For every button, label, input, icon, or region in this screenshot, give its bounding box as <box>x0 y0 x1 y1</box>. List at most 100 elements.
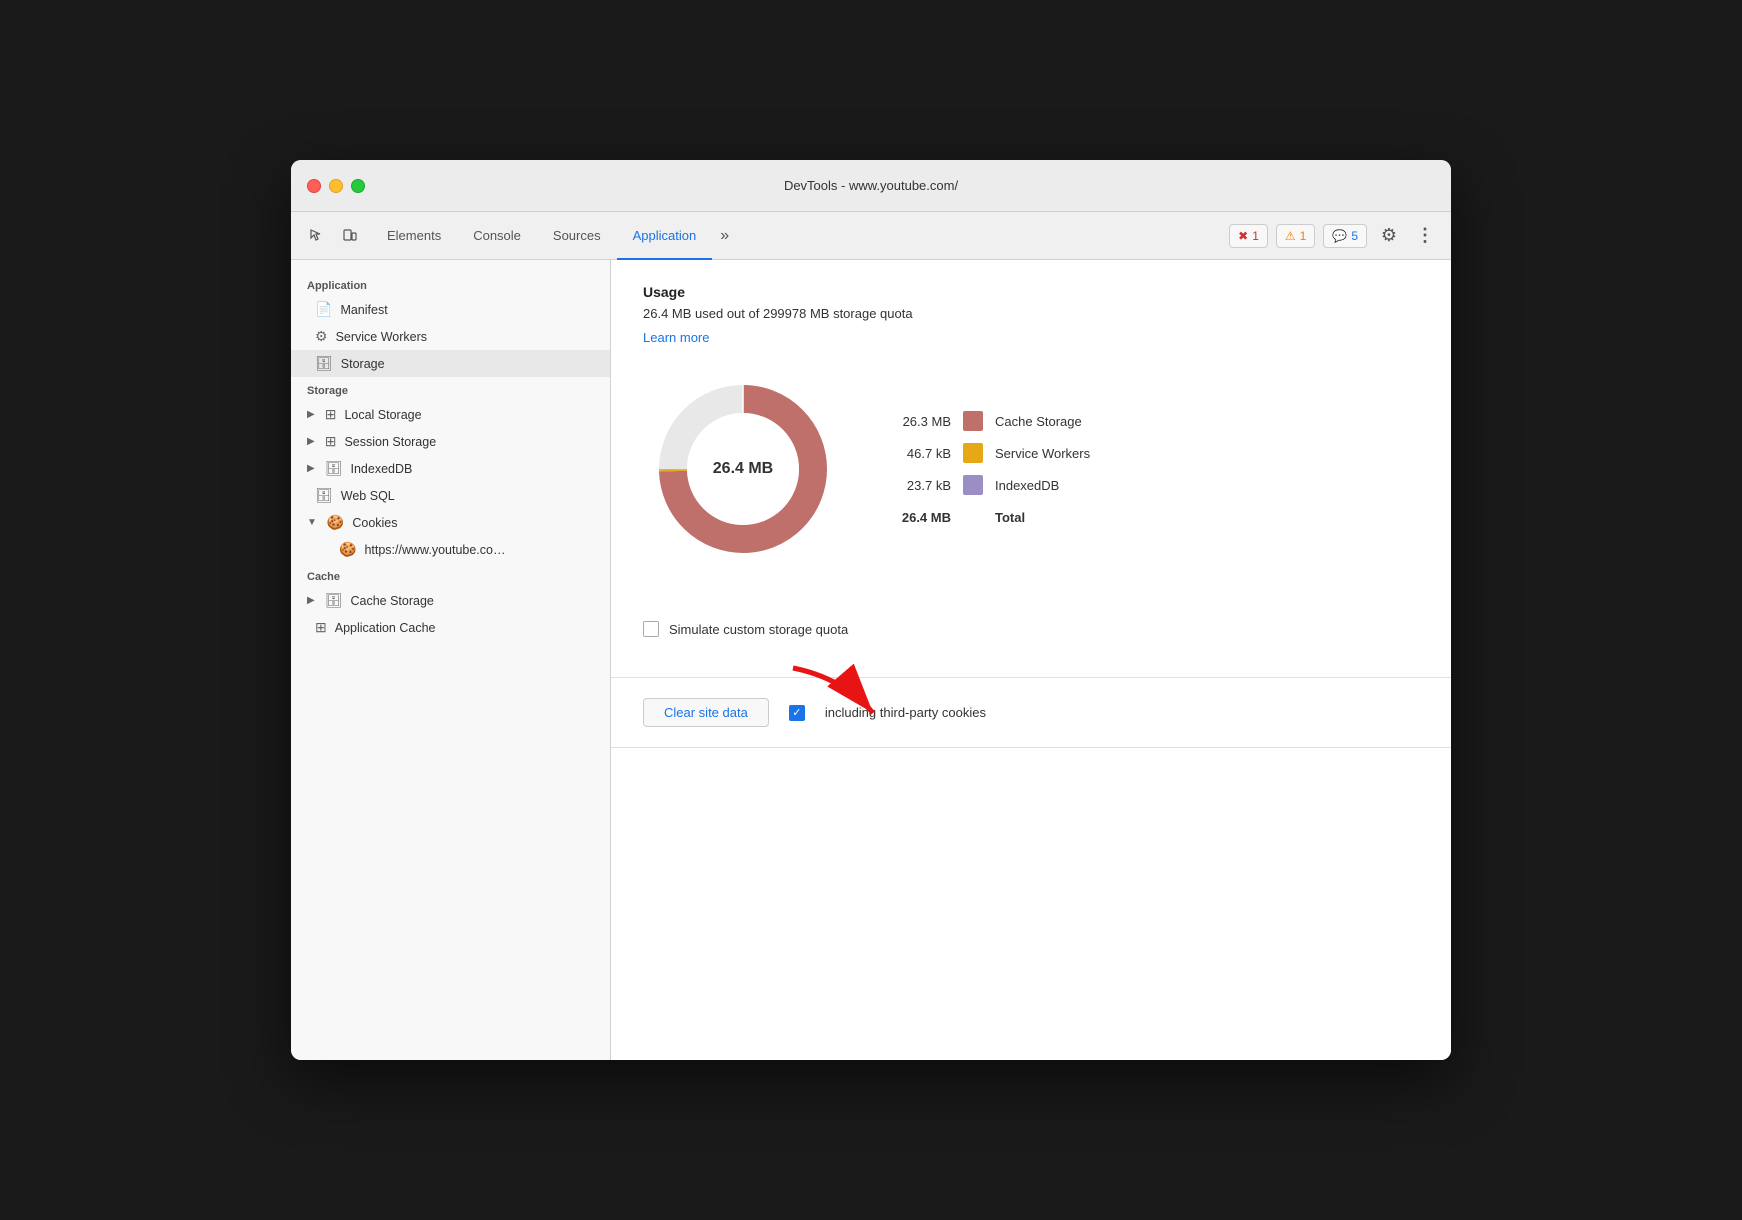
application-cache-icon: ⊞ <box>315 619 327 636</box>
clear-site-data-button[interactable]: Clear site data <box>643 698 769 727</box>
separator-2 <box>611 747 1451 748</box>
bottom-section: Clear site data including third-party co… <box>643 678 1419 747</box>
sidebar-item-web-sql[interactable]: 🗄 Web SQL <box>291 482 610 509</box>
message-count: 5 <box>1351 229 1358 243</box>
message-badge[interactable]: 💬 5 <box>1323 224 1367 248</box>
close-button[interactable] <box>307 179 321 193</box>
warning-count: 1 <box>1300 229 1307 243</box>
legend-value-sw: 46.7 kB <box>891 446 951 461</box>
sidebar-item-cookies[interactable]: ▼ 🍪 Cookies <box>291 509 610 536</box>
donut-chart: 26.4 MB <box>643 369 843 569</box>
content-panel: Usage 26.4 MB used out of 299978 MB stor… <box>611 260 1451 1060</box>
options-section: Simulate custom storage quota <box>643 601 1419 677</box>
window-title: DevTools - www.youtube.com/ <box>784 178 958 193</box>
expand-arrow-cache-storage: ▶ <box>307 595 315 606</box>
titlebar: DevTools - www.youtube.com/ <box>291 160 1451 212</box>
error-badge[interactable]: ✖ 1 <box>1229 224 1268 248</box>
warning-badge[interactable]: ⚠ 1 <box>1276 224 1315 248</box>
legend-value-idb: 23.7 kB <box>891 478 951 493</box>
expand-arrow-session-storage: ▶ <box>307 436 315 447</box>
toolbar-right: ✖ 1 ⚠ 1 💬 5 ⚙ ⋮ <box>1229 222 1439 250</box>
tab-sources[interactable]: Sources <box>537 213 617 260</box>
expand-arrow-local-storage: ▶ <box>307 409 315 420</box>
sidebar-item-application-cache[interactable]: ⊞ Application Cache <box>291 614 610 641</box>
legend-color-cache <box>963 411 983 431</box>
more-options-button[interactable]: ⋮ <box>1411 222 1439 250</box>
toolbar: Elements Console Sources Application » ✖… <box>291 212 1451 260</box>
sidebar-item-cookies-url[interactable]: 🍪 https://www.youtube.co… <box>291 536 610 563</box>
sidebar-item-indexeddb[interactable]: ▶ 🗄 IndexedDB <box>291 455 610 482</box>
session-storage-icon: ⊞ <box>325 433 337 450</box>
third-party-cookies-checkbox[interactable] <box>789 705 805 721</box>
simulate-quota-label: Simulate custom storage quota <box>669 622 848 637</box>
sidebar-item-manifest-label: Manifest <box>340 303 387 317</box>
sidebar-section-cache: Cache <box>291 563 610 587</box>
legend-color-sw <box>963 443 983 463</box>
chart-area: 26.4 MB 26.3 MB Cache Storage 46.7 kB Se… <box>643 369 1419 569</box>
legend-label-sw: Service Workers <box>995 446 1090 461</box>
legend-label-idb: IndexedDB <box>995 478 1059 493</box>
local-storage-icon: ⊞ <box>325 406 337 423</box>
sidebar-item-service-workers-label: Service Workers <box>336 330 427 344</box>
sidebar-item-cookies-label: Cookies <box>352 516 397 530</box>
minimize-button[interactable] <box>329 179 343 193</box>
legend-color-total <box>963 507 983 527</box>
service-workers-icon: ⚙ <box>315 328 328 345</box>
error-icon: ✖ <box>1238 229 1248 243</box>
tab-elements[interactable]: Elements <box>371 213 457 260</box>
sidebar-item-session-storage[interactable]: ▶ ⊞ Session Storage <box>291 428 610 455</box>
sidebar-item-cache-storage[interactable]: ▶ 🗄 Cache Storage <box>291 587 610 614</box>
usage-title: Usage <box>643 284 1419 300</box>
legend: 26.3 MB Cache Storage 46.7 kB Service Wo… <box>891 411 1090 527</box>
usage-description: 26.4 MB used out of 299978 MB storage qu… <box>643 306 1419 321</box>
legend-value-cache: 26.3 MB <box>891 414 951 429</box>
devtools-window: DevTools - www.youtube.com/ Elements Con… <box>291 160 1451 1060</box>
legend-value-total: 26.4 MB <box>891 510 951 525</box>
cache-storage-icon: 🗄 <box>325 592 343 609</box>
indexeddb-icon: 🗄 <box>325 460 343 477</box>
simulate-quota-checkbox[interactable] <box>643 621 659 637</box>
device-toolbar-button[interactable] <box>335 222 363 250</box>
sidebar-section-storage: Storage <box>291 377 610 401</box>
sidebar-section-application: Application <box>291 272 610 296</box>
sidebar-item-cookies-url-label: https://www.youtube.co… <box>364 543 505 557</box>
cookies-icon: 🍪 <box>327 514 344 531</box>
settings-button[interactable]: ⚙ <box>1375 222 1403 250</box>
sidebar-item-session-storage-label: Session Storage <box>344 435 436 449</box>
storage-icon: 🗄 <box>315 355 333 372</box>
expand-arrow-indexeddb: ▶ <box>307 463 315 474</box>
toolbar-tabs: Elements Console Sources Application » <box>371 212 1229 259</box>
message-icon: 💬 <box>1332 229 1347 243</box>
toolbar-icons <box>303 222 363 250</box>
sidebar-item-storage[interactable]: 🗄 Storage <box>291 350 610 377</box>
sidebar-item-cache-storage-label: Cache Storage <box>350 594 433 608</box>
inspect-element-button[interactable] <box>303 222 331 250</box>
legend-item-idb: 23.7 kB IndexedDB <box>891 475 1090 495</box>
warning-icon: ⚠ <box>1285 229 1296 243</box>
sidebar-item-local-storage-label: Local Storage <box>344 408 421 422</box>
maximize-button[interactable] <box>351 179 365 193</box>
legend-item-total: 26.4 MB Total <box>891 507 1090 527</box>
traffic-lights <box>307 179 365 193</box>
sidebar-item-local-storage[interactable]: ▶ ⊞ Local Storage <box>291 401 610 428</box>
sidebar-item-service-workers[interactable]: ⚙ Service Workers <box>291 323 610 350</box>
legend-item-sw: 46.7 kB Service Workers <box>891 443 1090 463</box>
sidebar-item-application-cache-label: Application Cache <box>335 621 436 635</box>
cookies-url-icon: 🍪 <box>339 541 356 558</box>
main-area: Application 📄 Manifest ⚙ Service Workers… <box>291 260 1451 1060</box>
legend-label-total: Total <box>995 510 1025 525</box>
sidebar: Application 📄 Manifest ⚙ Service Workers… <box>291 260 611 1060</box>
simulate-quota-row: Simulate custom storage quota <box>643 621 1419 637</box>
learn-more-link[interactable]: Learn more <box>643 330 709 345</box>
legend-label-cache: Cache Storage <box>995 414 1082 429</box>
legend-item-cache: 26.3 MB Cache Storage <box>891 411 1090 431</box>
tab-application[interactable]: Application <box>617 213 713 260</box>
tab-console[interactable]: Console <box>457 213 537 260</box>
sidebar-item-indexeddb-label: IndexedDB <box>350 462 412 476</box>
third-party-cookies-label: including third-party cookies <box>825 705 986 720</box>
legend-color-idb <box>963 475 983 495</box>
more-tabs-button[interactable]: » <box>712 212 737 259</box>
manifest-icon: 📄 <box>315 301 332 318</box>
sidebar-item-manifest[interactable]: 📄 Manifest <box>291 296 610 323</box>
bottom-section-inner: Clear site data including third-party co… <box>643 678 1419 747</box>
